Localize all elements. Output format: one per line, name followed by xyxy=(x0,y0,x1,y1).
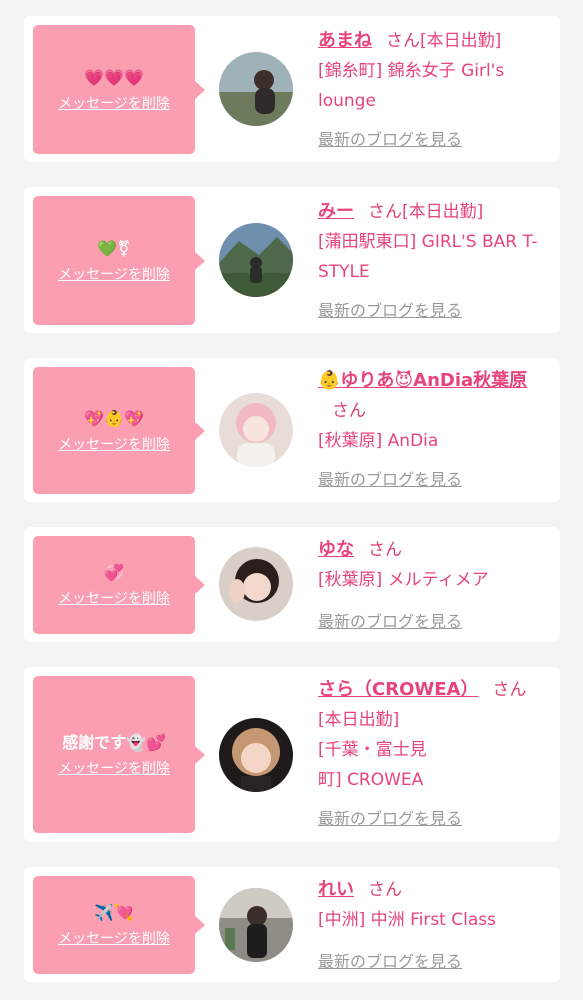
message-card: 💚⚧ メッセージを削除 みー さん[本日出勤] [蒲田駅東口] GIRL'S BA… xyxy=(24,187,560,333)
message-bubble: 💗💗💗 メッセージを削除 xyxy=(33,25,205,154)
message-text: 💗💗💗 xyxy=(84,67,144,87)
info-block: ゆな さん [秋葉原] メルティメア xyxy=(318,535,550,595)
latest-blog-link[interactable]: 最新のブログを見る xyxy=(318,301,462,321)
message-card: 感謝です👻💕 メッセージを削除 さら（CROWEA） さん [本日出勤] [千葉・… xyxy=(24,667,560,842)
message-bubble: 💞 メッセージを削除 xyxy=(33,536,205,634)
latest-blog-link[interactable]: 最新のブログを見る xyxy=(318,612,462,632)
avatar[interactable] xyxy=(219,223,293,297)
honorific: さん xyxy=(368,880,402,900)
message-text: ✈️💘 xyxy=(94,903,134,922)
info-block: さら（CROWEA） さん [本日出勤] [千葉・富士見町] CROWEA xyxy=(318,675,550,795)
latest-blog-link[interactable]: 最新のブログを見る xyxy=(318,130,462,150)
honorific: さん xyxy=(368,540,402,560)
user-name-link[interactable]: 👶ゆりあ😈AnDia秋葉原 xyxy=(318,370,527,391)
work-status: [本日出勤] xyxy=(318,710,400,730)
avatar-photo xyxy=(219,888,293,962)
shop-name: [錦糸町] 錦糸女子 Girl's lounge xyxy=(318,61,505,111)
avatar[interactable] xyxy=(219,393,293,467)
message-card: 💞 メッセージを削除 ゆな さん [秋葉原] メルティメア 最新のブログを見る xyxy=(24,527,560,642)
work-status: [本日出勤] xyxy=(420,31,502,51)
honorific: さん xyxy=(368,202,402,222)
avatar[interactable] xyxy=(219,52,293,126)
message-card: 💖👶💖 メッセージを削除 👶ゆりあ😈AnDia秋葉原さん [秋葉原] AnDia… xyxy=(24,358,560,502)
work-status: [本日出勤] xyxy=(402,202,484,222)
user-name-link[interactable]: ゆな xyxy=(318,539,354,560)
user-name-link[interactable]: れい xyxy=(318,879,354,900)
delete-message-link[interactable]: メッセージを削除 xyxy=(58,930,170,948)
message-bubble: 感謝です👻💕 メッセージを削除 xyxy=(33,676,205,833)
delete-message-link[interactable]: メッセージを削除 xyxy=(58,266,170,284)
delete-message-link[interactable]: メッセージを削除 xyxy=(58,590,170,608)
message-text: 💞 xyxy=(104,563,124,582)
honorific: さん xyxy=(386,31,420,51)
info-block: あまね さん[本日出勤] [錦糸町] 錦糸女子 Girl's lounge xyxy=(318,26,550,116)
shop-name: [秋葉原] AnDia xyxy=(318,431,439,451)
honorific: さん xyxy=(332,401,366,421)
info-block: 👶ゆりあ😈AnDia秋葉原さん [秋葉原] AnDia xyxy=(318,366,550,456)
avatar-photo xyxy=(219,52,293,126)
info-block: れい さん [中洲] 中洲 First Class xyxy=(318,875,550,935)
avatar-photo xyxy=(219,547,293,621)
avatar[interactable] xyxy=(219,888,293,962)
message-card: ✈️💘 メッセージを削除 れい さん [中洲] 中洲 First Class 最新… xyxy=(24,867,560,982)
latest-blog-link[interactable]: 最新のブログを見る xyxy=(318,952,462,972)
latest-blog-link[interactable]: 最新のブログを見る xyxy=(318,470,462,490)
message-bubble: 💖👶💖 メッセージを削除 xyxy=(33,367,205,494)
delete-message-link[interactable]: メッセージを削除 xyxy=(58,95,170,113)
message-text: 💖👶💖 xyxy=(84,408,144,428)
message-bubble: ✈️💘 メッセージを削除 xyxy=(33,876,205,974)
user-name-link[interactable]: あまね xyxy=(318,30,372,51)
delete-message-link[interactable]: メッセージを削除 xyxy=(58,436,170,454)
message-bubble: 💚⚧ メッセージを削除 xyxy=(33,196,205,325)
honorific: さん xyxy=(492,680,527,700)
shop-name: [中洲] 中洲 First Class xyxy=(318,910,496,930)
avatar-photo xyxy=(219,223,293,297)
delete-message-link[interactable]: メッセージを削除 xyxy=(58,760,170,778)
avatar-photo xyxy=(219,718,293,792)
message-text: 💚⚧ xyxy=(97,238,131,258)
avatar-photo xyxy=(219,393,293,467)
latest-blog-link[interactable]: 最新のブログを見る xyxy=(318,809,462,829)
message-text: 感謝です👻💕 xyxy=(62,732,166,752)
user-name-link[interactable]: みー xyxy=(318,201,354,222)
shop-name: [秋葉原] メルティメア xyxy=(318,570,489,590)
message-card: 💗💗💗 メッセージを削除 あまね さん[本日出勤] [錦糸町] 錦糸女子 Girl… xyxy=(24,16,560,162)
shop-name: [蒲田駅東口] GIRL'S BAR T-STYLE xyxy=(318,232,538,282)
avatar[interactable] xyxy=(219,547,293,621)
avatar[interactable] xyxy=(219,718,293,792)
info-block: みー さん[本日出勤] [蒲田駅東口] GIRL'S BAR T-STYLE xyxy=(318,197,550,287)
user-name-link[interactable]: さら（CROWEA） xyxy=(318,679,478,700)
shop-name: [千葉・富士見町] CROWEA xyxy=(318,740,427,790)
